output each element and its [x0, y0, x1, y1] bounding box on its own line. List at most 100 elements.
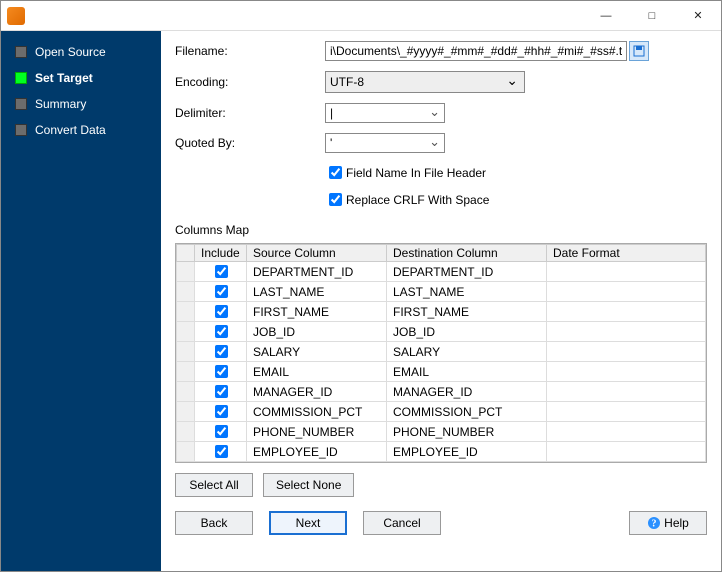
wizard-window: — □ ✕ Open Source Set Target Summary Conver…: [0, 0, 722, 572]
header-include[interactable]: Include: [195, 245, 247, 262]
field-name-header-checkbox[interactable]: [329, 166, 342, 179]
date-format-cell[interactable]: [547, 282, 706, 302]
field-name-header-label[interactable]: Field Name In File Header: [346, 166, 486, 180]
cancel-button[interactable]: Cancel: [363, 511, 441, 535]
wizard-step[interactable]: Summary: [1, 91, 161, 117]
include-checkbox[interactable]: [215, 425, 228, 438]
table-row[interactable]: EMPLOYEE_IDEMPLOYEE_ID: [177, 442, 706, 462]
date-format-cell[interactable]: [547, 402, 706, 422]
columns-map-title: Columns Map: [175, 223, 707, 237]
source-column-cell[interactable]: MANAGER_ID: [247, 382, 387, 402]
header-date-format[interactable]: Date Format: [547, 245, 706, 262]
quoted-by-label: Quoted By:: [175, 136, 325, 150]
date-format-cell[interactable]: [547, 442, 706, 462]
table-row[interactable]: PHONE_NUMBERPHONE_NUMBER: [177, 422, 706, 442]
table-row[interactable]: JOB_IDJOB_ID: [177, 322, 706, 342]
date-format-cell[interactable]: mm/dd/yyyy: [547, 462, 706, 464]
destination-column-cell[interactable]: LAST_NAME: [387, 282, 547, 302]
include-checkbox[interactable]: [215, 325, 228, 338]
destination-column-cell[interactable]: MANAGER_ID: [387, 382, 547, 402]
destination-column-cell[interactable]: EMAIL: [387, 362, 547, 382]
encoding-select[interactable]: UTF-8: [325, 71, 525, 93]
next-button[interactable]: Next: [269, 511, 347, 535]
wizard-steps-sidebar: Open Source Set Target Summary Convert Data: [1, 31, 161, 571]
step-indicator-icon: [15, 124, 27, 136]
include-checkbox[interactable]: [215, 385, 228, 398]
table-row[interactable]: DEPARTMENT_IDDEPARTMENT_ID: [177, 262, 706, 282]
source-column-cell[interactable]: LAST_NAME: [247, 282, 387, 302]
wizard-step[interactable]: Open Source: [1, 39, 161, 65]
date-format-cell[interactable]: [547, 422, 706, 442]
wizard-step[interactable]: Set Target: [1, 65, 161, 91]
header-destination[interactable]: Destination Column: [387, 245, 547, 262]
minimize-button[interactable]: —: [583, 1, 629, 31]
destination-column-cell[interactable]: PHONE_NUMBER: [387, 422, 547, 442]
row-header-cell: [177, 282, 195, 302]
step-label: Open Source: [35, 45, 106, 59]
quoted-by-combo[interactable]: ': [325, 133, 445, 153]
source-column-cell[interactable]: FIRST_NAME: [247, 302, 387, 322]
app-icon: [7, 7, 25, 25]
row-header-cell: [177, 262, 195, 282]
replace-crlf-checkbox[interactable]: [329, 193, 342, 206]
table-row[interactable]: MANAGER_IDMANAGER_ID: [177, 382, 706, 402]
date-format-cell[interactable]: [547, 302, 706, 322]
replace-crlf-label[interactable]: Replace CRLF With Space: [346, 193, 489, 207]
destination-column-cell[interactable]: FIRST_NAME: [387, 302, 547, 322]
delimiter-combo[interactable]: |: [325, 103, 445, 123]
source-column-cell[interactable]: COMMISSION_PCT: [247, 402, 387, 422]
source-column-cell[interactable]: JOB_ID: [247, 322, 387, 342]
destination-column-cell[interactable]: EMPLOYEE_ID: [387, 442, 547, 462]
help-button[interactable]: ?Help: [629, 511, 707, 535]
table-row[interactable]: EMAILEMAIL: [177, 362, 706, 382]
close-button[interactable]: ✕: [675, 1, 721, 31]
include-checkbox[interactable]: [215, 305, 228, 318]
source-column-cell[interactable]: DEPARTMENT_ID: [247, 262, 387, 282]
destination-column-cell[interactable]: SALARY: [387, 342, 547, 362]
source-column-cell[interactable]: SALARY: [247, 342, 387, 362]
table-row[interactable]: COMMISSION_PCTCOMMISSION_PCT: [177, 402, 706, 422]
include-checkbox[interactable]: [215, 345, 228, 358]
table-row[interactable]: HIRE_DATEHIRE_DATEmm/dd/yyyy: [177, 462, 706, 464]
table-row[interactable]: FIRST_NAMEFIRST_NAME: [177, 302, 706, 322]
date-format-cell[interactable]: [547, 382, 706, 402]
row-header-cell: [177, 382, 195, 402]
help-icon: ?: [647, 516, 661, 530]
source-column-cell[interactable]: PHONE_NUMBER: [247, 422, 387, 442]
include-checkbox[interactable]: [215, 405, 228, 418]
destination-column-cell[interactable]: COMMISSION_PCT: [387, 402, 547, 422]
select-all-button[interactable]: Select All: [175, 473, 253, 497]
source-column-cell[interactable]: EMAIL: [247, 362, 387, 382]
back-button[interactable]: Back: [175, 511, 253, 535]
title-bar: — □ ✕: [1, 1, 721, 31]
row-header-cell: [177, 302, 195, 322]
date-format-cell[interactable]: [547, 262, 706, 282]
destination-column-cell[interactable]: DEPARTMENT_ID: [387, 262, 547, 282]
destination-column-cell[interactable]: HIRE_DATE: [387, 462, 547, 464]
select-none-button[interactable]: Select None: [263, 473, 354, 497]
include-checkbox[interactable]: [215, 265, 228, 278]
filename-input[interactable]: [325, 41, 627, 61]
destination-column-cell[interactable]: JOB_ID: [387, 322, 547, 342]
include-checkbox[interactable]: [215, 445, 228, 458]
date-format-cell[interactable]: [547, 362, 706, 382]
wizard-step[interactable]: Convert Data: [1, 117, 161, 143]
encoding-label: Encoding:: [175, 75, 325, 89]
source-column-cell[interactable]: HIRE_DATE: [247, 462, 387, 464]
row-header-cell: [177, 462, 195, 464]
source-column-cell[interactable]: EMPLOYEE_ID: [247, 442, 387, 462]
date-format-cell[interactable]: [547, 342, 706, 362]
include-checkbox[interactable]: [215, 365, 228, 378]
step-label: Summary: [35, 97, 86, 111]
svg-text:?: ?: [652, 519, 657, 530]
maximize-button[interactable]: □: [629, 1, 675, 31]
filename-label: Filename:: [175, 44, 325, 58]
date-format-cell[interactable]: [547, 322, 706, 342]
browse-file-button[interactable]: [629, 41, 649, 61]
step-indicator-icon: [15, 72, 27, 84]
include-checkbox[interactable]: [215, 285, 228, 298]
row-header-cell: [177, 402, 195, 422]
table-row[interactable]: LAST_NAMELAST_NAME: [177, 282, 706, 302]
header-source[interactable]: Source Column: [247, 245, 387, 262]
table-row[interactable]: SALARYSALARY: [177, 342, 706, 362]
